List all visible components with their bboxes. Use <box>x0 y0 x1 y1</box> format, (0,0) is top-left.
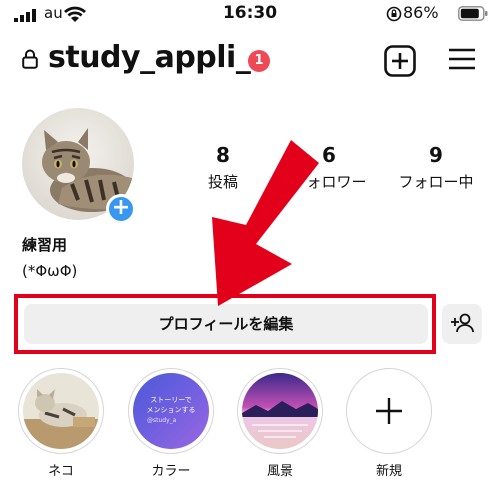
annotation-arrow-icon <box>212 140 319 306</box>
